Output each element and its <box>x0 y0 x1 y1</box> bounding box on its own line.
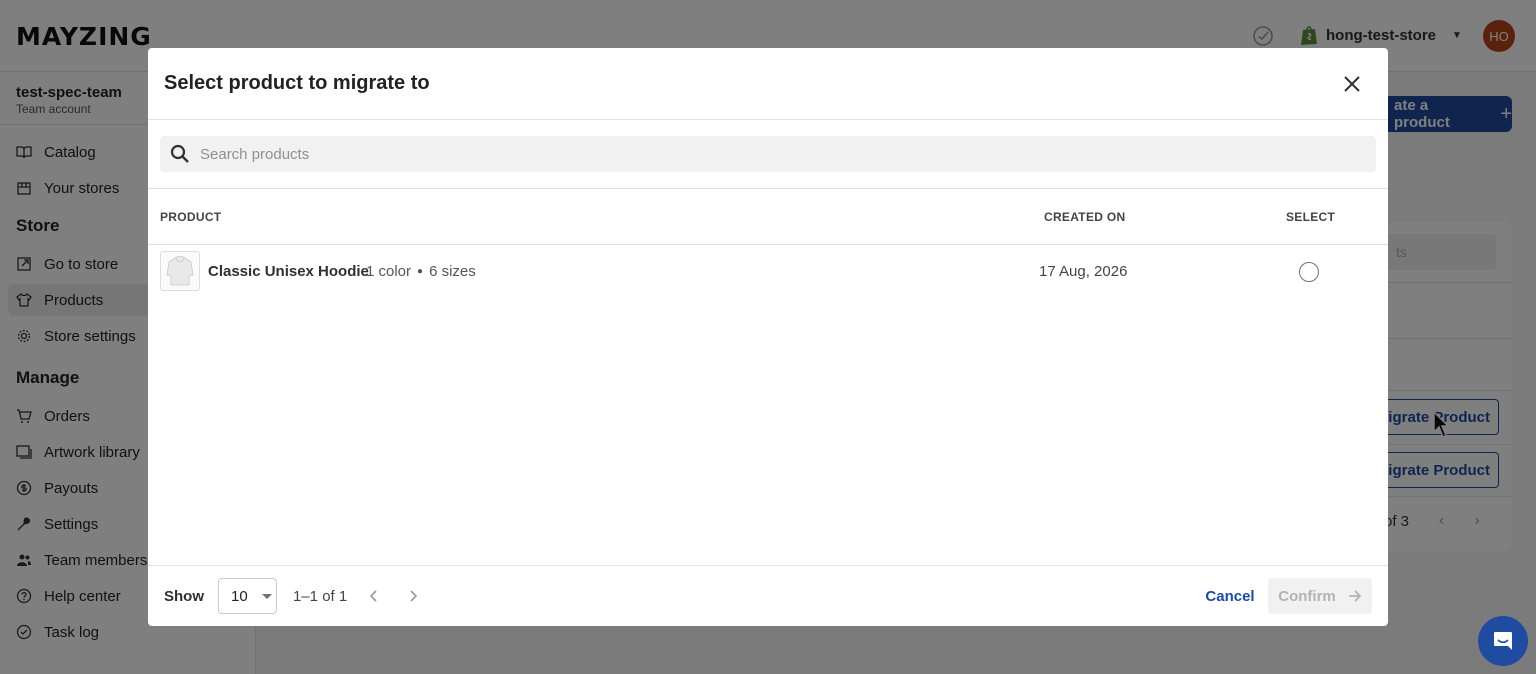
divider <box>148 188 1388 189</box>
divider <box>148 119 1388 120</box>
previous-page-button[interactable] <box>364 584 384 608</box>
column-header-product: PRODUCT <box>160 210 222 224</box>
confirm-button[interactable]: Confirm <box>1268 578 1372 614</box>
column-header-select: SELECT <box>1286 210 1336 224</box>
divider <box>148 565 1388 566</box>
product-name: Classic Unisex Hoodie <box>208 263 369 280</box>
search-field <box>160 136 1376 172</box>
page-size-value: 10 <box>231 587 248 605</box>
chat-button[interactable] <box>1478 616 1528 666</box>
chevron-left-icon <box>369 590 377 602</box>
bullet-separator: ● <box>417 266 424 277</box>
chevron-right-icon <box>410 590 418 602</box>
pagination-range: 1–1 of 1 <box>293 588 348 605</box>
search-icon <box>170 144 189 163</box>
confirm-label: Confirm <box>1278 587 1336 605</box>
product-thumbnail <box>160 251 200 291</box>
column-header-created-on: CREATED ON <box>1044 210 1126 224</box>
page-size-select[interactable]: 10 <box>218 578 277 614</box>
chat-icon <box>1494 632 1512 650</box>
product-sizes: 6 sizes <box>429 263 476 280</box>
hoodie-image <box>166 256 194 286</box>
search-input[interactable] <box>200 145 1360 163</box>
product-colors: 1 color <box>366 263 412 280</box>
close-button[interactable] <box>1340 72 1364 96</box>
cancel-button[interactable]: Cancel <box>1200 580 1260 612</box>
caret-down-icon <box>261 593 272 599</box>
product-meta: 1 color ● 6 sizes <box>366 263 476 280</box>
select-radio[interactable] <box>1299 262 1319 282</box>
next-page-button[interactable] <box>403 584 423 608</box>
modal-title: Select product to migrate to <box>164 72 430 94</box>
product-created-on: 17 Aug, 2026 <box>1039 263 1128 280</box>
arrow-right-icon <box>1348 590 1362 602</box>
table-row[interactable]: Classic Unisex Hoodie 1 color ● 6 sizes … <box>148 245 1388 297</box>
show-label: Show <box>164 588 204 605</box>
close-icon <box>1344 76 1360 92</box>
select-product-modal: Select product to migrate to PRODUCT CRE… <box>148 48 1388 626</box>
